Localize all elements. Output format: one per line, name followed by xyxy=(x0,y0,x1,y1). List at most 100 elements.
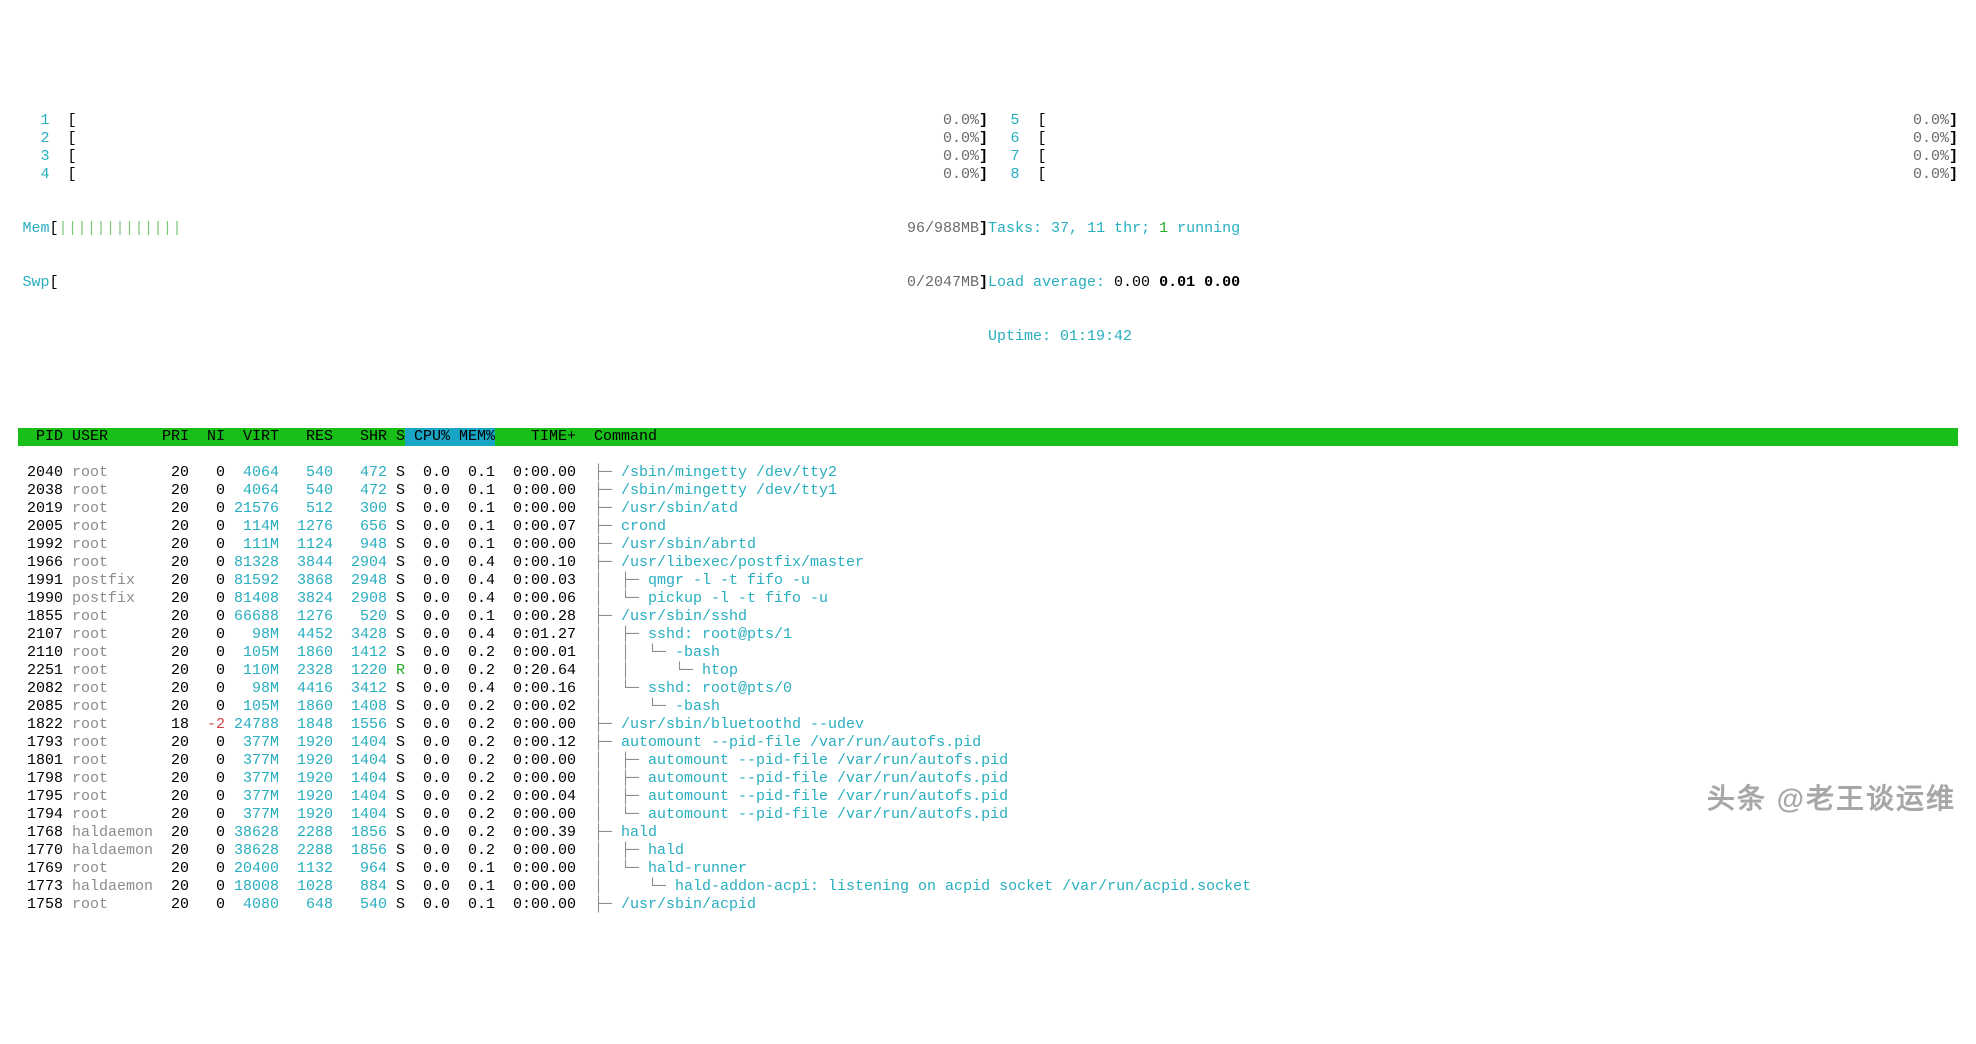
ni: 0 xyxy=(189,500,225,518)
col-header-cpu[interactable]: CPU% xyxy=(405,428,450,446)
state: S xyxy=(387,608,405,626)
process-row[interactable]: 1795root200377M19201404S0.00.20:00.04│ ├… xyxy=(18,788,1958,806)
pri: 20 xyxy=(153,770,189,788)
state: S xyxy=(387,644,405,662)
process-row[interactable]: 2038root2004064540472S0.00.10:00.00├─ /s… xyxy=(18,482,1958,500)
summary-left: 1 [0.0%]2 [0.0%]3 [0.0%]4 [0.0%] Mem[|||… xyxy=(18,76,988,382)
virt: 98M xyxy=(225,626,279,644)
process-row[interactable]: 1773haldaemon200180081028884S0.00.10:00.… xyxy=(18,878,1958,896)
col-header-user[interactable]: USER xyxy=(63,428,153,446)
process-row[interactable]: 1855root200666881276520S0.00.10:00.28├─ … xyxy=(18,608,1958,626)
column-header[interactable]: PIDUSERPRINIVIRTRESSHRSCPU%MEM%TIME+Comm… xyxy=(18,428,1958,446)
pid: 1758 xyxy=(18,896,63,914)
col-header-res[interactable]: RES xyxy=(279,428,333,446)
process-row[interactable]: 2005root200114M1276656S0.00.10:00.07├─ c… xyxy=(18,518,1958,536)
virt: 111M xyxy=(225,536,279,554)
process-row[interactable]: 2085root200105M18601408S0.00.20:00.02│ └… xyxy=(18,698,1958,716)
mem-pct: 0.1 xyxy=(450,500,495,518)
cpu-pct: 0.0 xyxy=(405,482,450,500)
col-header-virt[interactable]: VIRT xyxy=(225,428,279,446)
process-row[interactable]: 2251root200110M23281220R0.00.20:20.64│ │… xyxy=(18,662,1958,680)
cpu-pct: 0.0 xyxy=(405,644,450,662)
mem-pct: 0.1 xyxy=(450,464,495,482)
pri: 20 xyxy=(153,518,189,536)
pri: 20 xyxy=(153,500,189,518)
process-row[interactable]: 2019root20021576512300S0.00.10:00.00├─ /… xyxy=(18,500,1958,518)
col-header-command[interactable]: Command xyxy=(576,428,1958,446)
shr: 520 xyxy=(333,608,387,626)
col-header-shr[interactable]: SHR xyxy=(333,428,387,446)
user: root xyxy=(63,536,153,554)
col-header-pid[interactable]: PID xyxy=(18,428,63,446)
cpu-meter-3: 3 [0.0%] xyxy=(18,148,988,166)
process-row[interactable]: 1992root200111M1124948S0.00.10:00.00├─ /… xyxy=(18,536,1958,554)
tree-icon: ├─ xyxy=(594,716,621,733)
res: 3824 xyxy=(279,590,333,608)
col-header-pri[interactable]: PRI xyxy=(153,428,189,446)
process-row[interactable]: 2110root200105M18601412S0.00.20:00.01│ │… xyxy=(18,644,1958,662)
process-row[interactable]: 1990postfix2008140838242908S0.00.40:00.0… xyxy=(18,590,1958,608)
shr: 1412 xyxy=(333,644,387,662)
col-header-ni[interactable]: NI xyxy=(189,428,225,446)
process-list[interactable]: 2040root2004064540472S0.00.10:00.00├─ /s… xyxy=(18,464,1958,914)
command: ├─ /usr/sbin/abrtd xyxy=(576,536,1958,554)
tree-icon: │ └─ xyxy=(594,680,648,697)
col-header-time[interactable]: TIME+ xyxy=(495,428,576,446)
pid: 1822 xyxy=(18,716,63,734)
tree-icon: │ └─ xyxy=(594,590,648,607)
process-row[interactable]: 2040root2004064540472S0.00.10:00.00├─ /s… xyxy=(18,464,1958,482)
command: ├─ /usr/sbin/bluetoothd --udev xyxy=(576,716,1958,734)
process-row[interactable]: 1798root200377M19201404S0.00.20:00.00│ ├… xyxy=(18,770,1958,788)
time: 0:00.00 xyxy=(495,806,576,824)
virt: 38628 xyxy=(225,824,279,842)
mem-pct: 0.1 xyxy=(450,896,495,914)
cpu-pct: 0.0 xyxy=(405,536,450,554)
cpu-meter-5: 5 [0.0%] xyxy=(988,112,1958,130)
process-row[interactable]: 2107root20098M44523428S0.00.40:01.27│ ├─… xyxy=(18,626,1958,644)
time: 0:00.01 xyxy=(495,644,576,662)
pid: 1793 xyxy=(18,734,63,752)
process-row[interactable]: 1822root18-22478818481556S0.00.20:00.00├… xyxy=(18,716,1958,734)
command: │ └─ hald-addon-acpi: listening on acpid… xyxy=(576,878,1958,896)
pri: 20 xyxy=(153,752,189,770)
command: │ │ └─ -bash xyxy=(576,644,1958,662)
process-row[interactable]: 1793root200377M19201404S0.00.20:00.12├─ … xyxy=(18,734,1958,752)
ni: 0 xyxy=(189,590,225,608)
ni: 0 xyxy=(189,662,225,680)
process-row[interactable]: 1794root200377M19201404S0.00.20:00.00│ └… xyxy=(18,806,1958,824)
pid: 2082 xyxy=(18,680,63,698)
command: ├─ /usr/sbin/acpid xyxy=(576,896,1958,914)
process-row[interactable]: 1769root200204001132964S0.00.10:00.00│ └… xyxy=(18,860,1958,878)
process-row[interactable]: 1966root2008132838442904S0.00.40:00.10├─… xyxy=(18,554,1958,572)
tree-icon: ├─ xyxy=(594,518,621,535)
res: 1132 xyxy=(279,860,333,878)
pri: 20 xyxy=(153,734,189,752)
virt: 377M xyxy=(225,788,279,806)
user: root xyxy=(63,608,153,626)
process-row[interactable]: 1801root200377M19201404S0.00.20:00.00│ ├… xyxy=(18,752,1958,770)
cpu-value: 0.0% xyxy=(889,148,979,166)
mem-pct: 0.2 xyxy=(450,842,495,860)
col-header-s[interactable]: S xyxy=(387,428,405,446)
time: 0:00.00 xyxy=(495,500,576,518)
cpu-label: 6 xyxy=(988,130,1020,148)
process-row[interactable]: 1768haldaemon2003862822881856S0.00.20:00… xyxy=(18,824,1958,842)
user: root xyxy=(63,464,153,482)
pid: 1992 xyxy=(18,536,63,554)
pid: 2040 xyxy=(18,464,63,482)
state: S xyxy=(387,518,405,536)
process-row[interactable]: 1991postfix2008159238682948S0.00.40:00.0… xyxy=(18,572,1958,590)
ni: 0 xyxy=(189,698,225,716)
cpu-meter-8: 8 [0.0%] xyxy=(988,166,1958,184)
virt: 4064 xyxy=(225,464,279,482)
user: root xyxy=(63,806,153,824)
cpu-label: 4 xyxy=(18,166,50,184)
pid: 1855 xyxy=(18,608,63,626)
process-row[interactable]: 2082root20098M44163412S0.00.40:00.16│ └─… xyxy=(18,680,1958,698)
process-row[interactable]: 1770haldaemon2003862822881856S0.00.20:00… xyxy=(18,842,1958,860)
process-row[interactable]: 1758root2004080648540S0.00.10:00.00├─ /u… xyxy=(18,896,1958,914)
res: 512 xyxy=(279,500,333,518)
virt: 377M xyxy=(225,734,279,752)
command: │ └─ pickup -l -t fifo -u xyxy=(576,590,1958,608)
col-header-mem[interactable]: MEM% xyxy=(450,428,495,446)
